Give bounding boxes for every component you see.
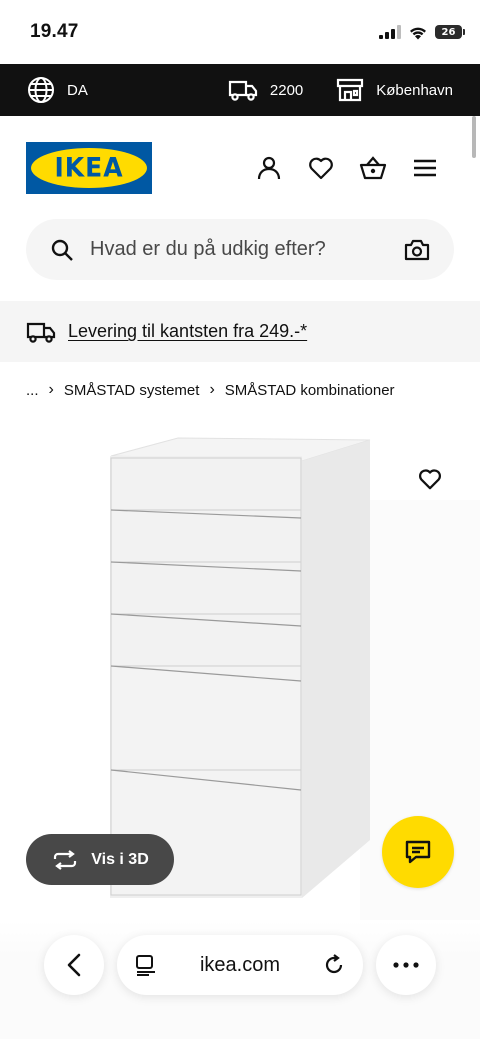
language-label: DA <box>67 81 88 99</box>
view-in-3d-button[interactable]: Vis i 3D <box>26 834 174 885</box>
search-input[interactable]: Hvad er du på udkig efter? <box>90 238 404 261</box>
delivery-link[interactable]: Levering til kantsten fra 249.-* <box>68 321 307 342</box>
zip-selector[interactable]: 2200 <box>228 78 303 102</box>
store-label: København <box>376 81 453 99</box>
truck-icon <box>26 322 56 343</box>
chat-icon <box>405 840 431 864</box>
back-button[interactable] <box>44 935 104 995</box>
breadcrumb-ellipsis[interactable]: ... <box>26 382 39 399</box>
more-options-button[interactable] <box>376 935 436 995</box>
zip-label: 2200 <box>269 81 304 99</box>
scrollbar[interactable] <box>472 116 476 158</box>
chevron-right-icon: › <box>48 381 54 398</box>
signal-icon <box>379 25 401 39</box>
status-bar: 19.47 26 <box>0 0 480 64</box>
top-bar: DA 2200 København <box>0 64 480 116</box>
browser-toolbar: ikea.com <box>0 920 480 1039</box>
address-bar[interactable]: ikea.com <box>117 935 363 995</box>
store-icon <box>337 78 364 102</box>
breadcrumb-item-combinations[interactable]: SMÅSTAD kombinationer <box>225 382 395 399</box>
wifi-icon <box>410 27 426 39</box>
truck-icon <box>228 80 257 101</box>
menu-icon[interactable] <box>410 153 440 183</box>
basket-icon[interactable] <box>358 153 388 183</box>
breadcrumb: ... › SMÅSTAD systemet › SMÅSTAD kombina… <box>0 362 480 418</box>
globe-icon <box>28 77 54 103</box>
search-icon <box>51 239 73 261</box>
battery-icon: 26 <box>435 25 465 39</box>
reload-icon[interactable] <box>323 954 345 976</box>
chat-button[interactable] <box>382 816 454 888</box>
camera-icon[interactable] <box>404 239 430 261</box>
header-icons <box>254 153 440 183</box>
search-bar[interactable]: Hvad er du på udkig efter? <box>26 219 454 280</box>
more-icon <box>393 962 419 968</box>
status-time: 19.47 <box>30 21 79 42</box>
rotate-3d-icon <box>54 849 77 870</box>
product-gallery[interactable]: Vis i 3D <box>0 420 480 920</box>
add-to-favorites-button[interactable] <box>418 468 442 495</box>
breadcrumb-item-system[interactable]: SMÅSTAD systemet <box>64 382 200 399</box>
language-selector[interactable]: DA <box>27 76 228 104</box>
site-header: IKEA <box>0 116 480 219</box>
ikea-logo[interactable]: IKEA <box>26 141 152 194</box>
battery-level: 26 <box>441 26 456 38</box>
chevron-left-icon <box>67 953 81 977</box>
heart-icon <box>419 469 441 490</box>
store-selector[interactable]: København <box>336 78 453 102</box>
chevron-right-icon: › <box>209 381 215 398</box>
delivery-banner[interactable]: Levering til kantsten fra 249.-* <box>0 301 480 362</box>
status-icons: 26 <box>379 25 465 40</box>
heart-icon[interactable] <box>306 153 336 183</box>
profile-icon[interactable] <box>254 153 284 183</box>
reader-mode-icon[interactable] <box>135 954 157 976</box>
view-in-3d-label: Vis i 3D <box>91 850 149 868</box>
url-text: ikea.com <box>199 953 281 976</box>
